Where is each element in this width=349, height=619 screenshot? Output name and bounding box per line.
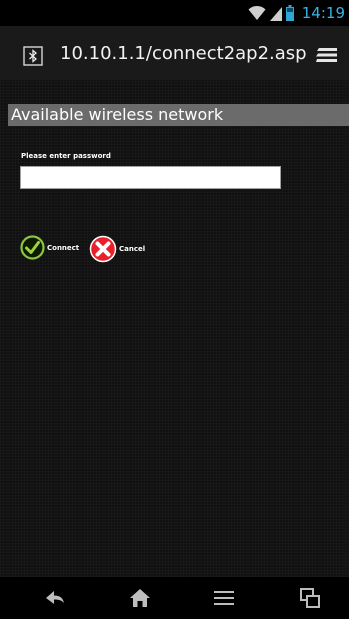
password-input[interactable] [20,166,281,189]
tabs-icon[interactable] [298,586,322,610]
cancel-label[interactable]: Cancel [119,245,145,253]
url-text[interactable]: 10.10.1.1/connect2ap2.asp [60,43,307,64]
stacked-bars-icon[interactable] [316,45,338,65]
close-icon[interactable] [89,235,117,263]
wifi-icon [248,5,266,20]
back-icon[interactable] [43,586,67,610]
status-bar: 14:19 [0,0,349,26]
password-label: Please enter password [21,152,111,160]
section-title: Available wireless network [8,104,349,126]
screen: 14:19 10.10.1.1/connect2ap2.asp Availabl… [0,0,349,619]
navigation-bar [0,577,349,619]
connect-button[interactable]: Connect [20,235,79,260]
browser-url-bar[interactable]: 10.10.1.1/connect2ap2.asp [0,26,349,80]
menu-icon[interactable] [212,586,236,610]
cancel-button[interactable]: Cancel [89,235,145,263]
bluetooth-icon[interactable] [23,46,43,66]
connect-label[interactable]: Connect [47,244,79,252]
check-icon[interactable] [20,235,45,260]
home-icon[interactable] [128,586,152,610]
status-clock: 14:19 [301,4,345,22]
signal-icon [269,7,282,21]
battery-icon [285,5,294,21]
